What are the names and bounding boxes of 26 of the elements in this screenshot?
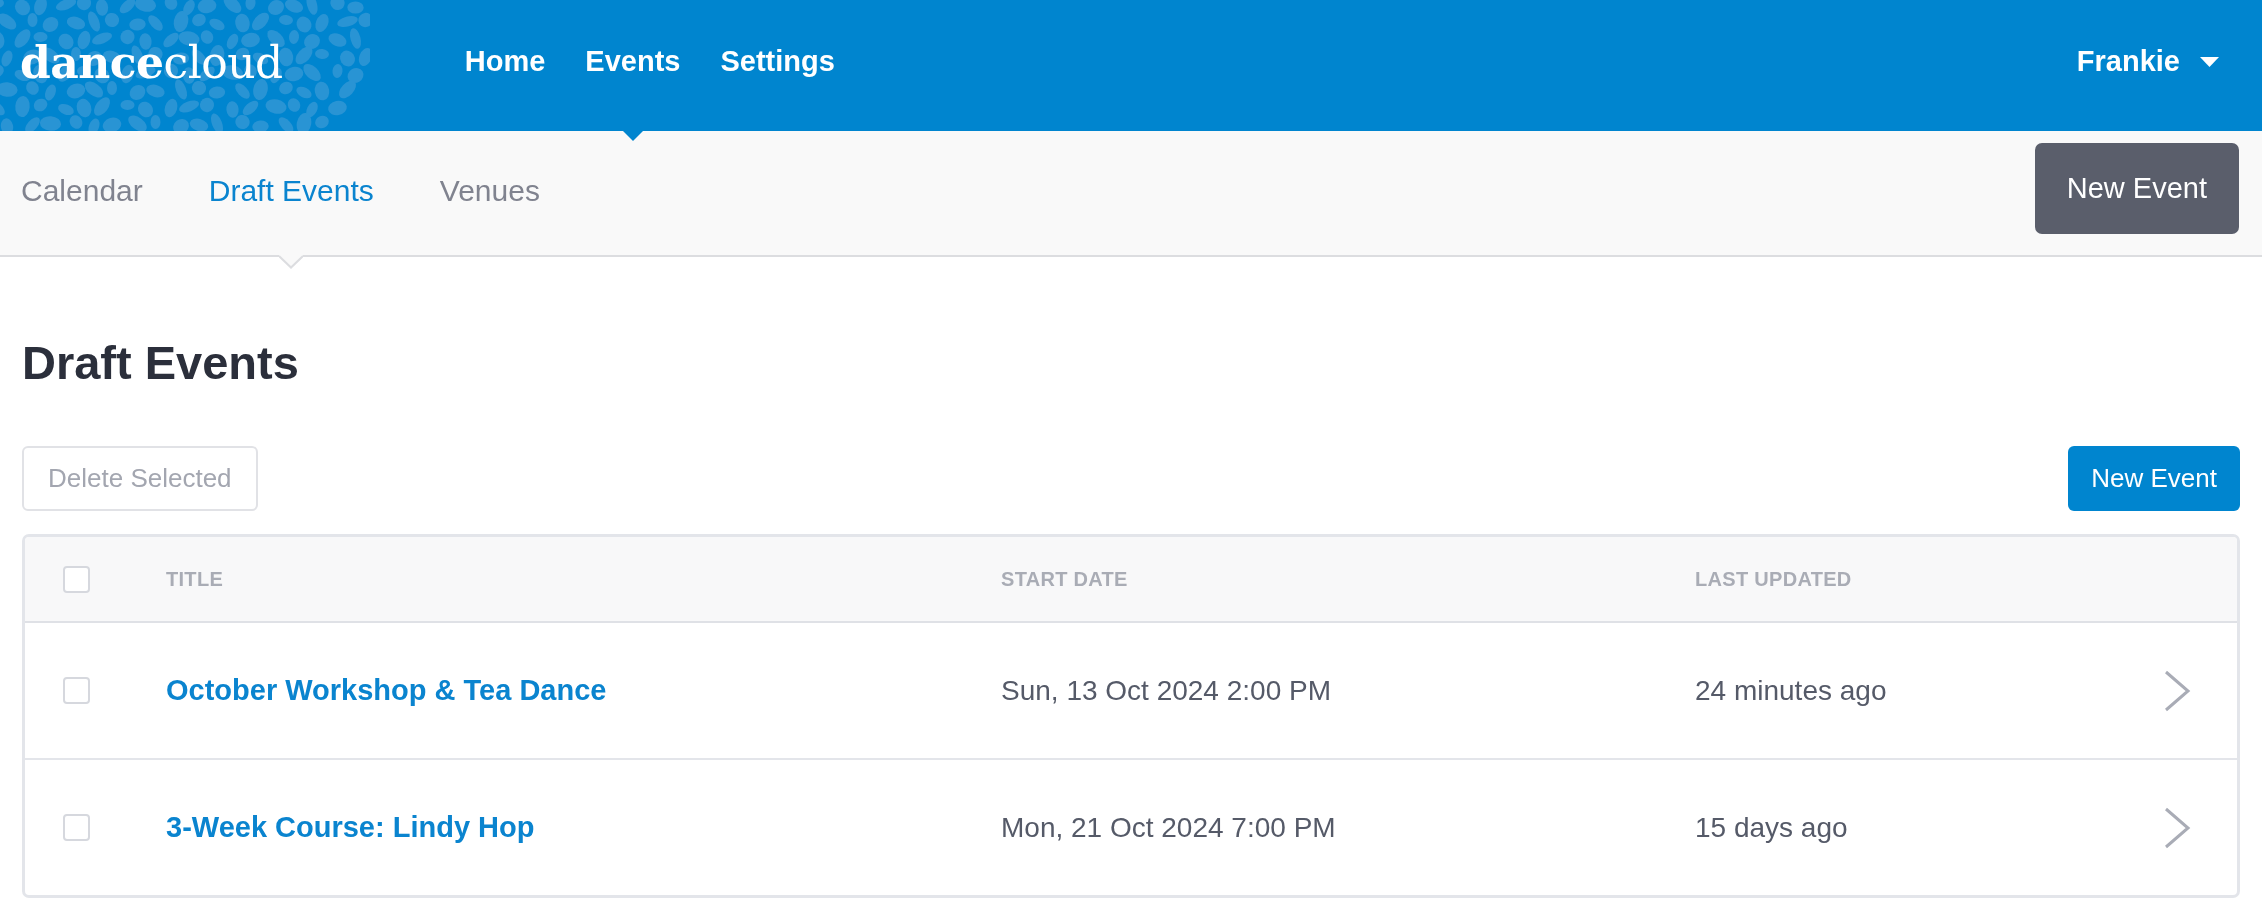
column-header: START DATE (1001, 567, 1128, 591)
column-header: LAST UPDATED (1695, 567, 1852, 591)
nav-link[interactable]: Settings (720, 45, 835, 78)
new-event-button[interactable]: New Event (2034, 143, 2239, 234)
caret-icon (2200, 56, 2219, 67)
checkbox[interactable] (63, 814, 90, 841)
tab[interactable]: Draft Events (208, 174, 374, 208)
new-event-button[interactable]: New Event (2068, 446, 2240, 511)
checkbox[interactable] (63, 677, 90, 704)
last-updated-cell: 24 minutes ago (1695, 674, 1887, 707)
user-menu-button[interactable]: Frankie (2076, 45, 2219, 78)
column-header: TITLE (166, 567, 224, 591)
checkbox[interactable] (63, 565, 90, 593)
chevron-right-icon[interactable] (2163, 668, 2191, 713)
event-title-link[interactable]: October Workshop & Tea Dance (166, 674, 607, 707)
logo[interactable]: dancecloud (20, 36, 283, 89)
tab[interactable]: Venues (439, 174, 540, 208)
page-title: Draft Events (22, 336, 300, 389)
chevron-right-icon[interactable] (2163, 805, 2191, 850)
start-date-cell: Sun, 13 Oct 2024 2:00 PM (1001, 674, 1331, 707)
last-updated-cell: 15 days ago (1695, 811, 1848, 844)
nav-link[interactable]: Events (585, 45, 681, 78)
start-date-cell: Mon, 21 Oct 2024 7:00 PM (1001, 811, 1336, 844)
nav-link[interactable]: Home (464, 45, 546, 78)
event-title-link[interactable]: 3-Week Course: Lindy Hop (166, 811, 535, 844)
tab[interactable]: Calendar (21, 174, 143, 208)
